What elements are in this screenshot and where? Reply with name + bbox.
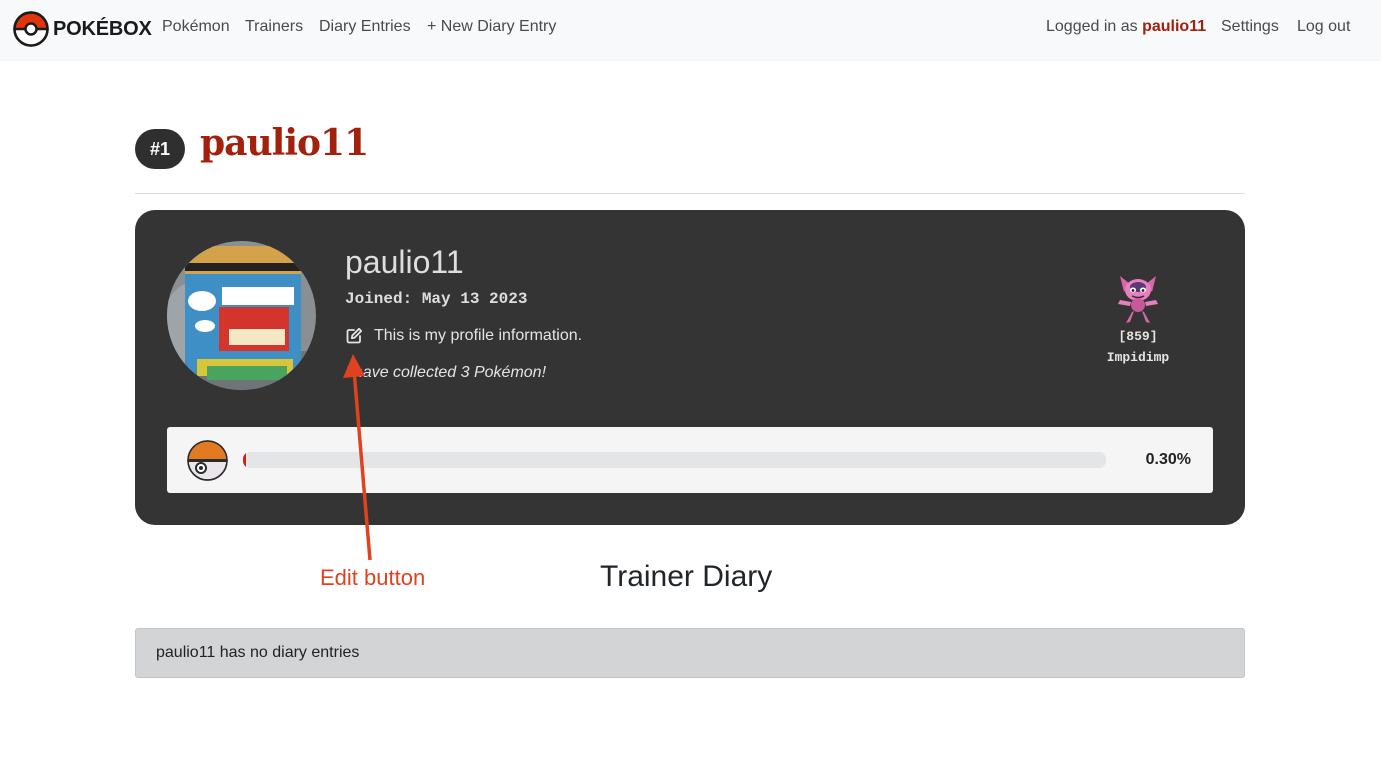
nav-link-pokemon[interactable]: Pokémon [162, 18, 230, 36]
nav-link-settings[interactable]: Settings [1221, 18, 1279, 36]
annotation-arrow [343, 354, 372, 561]
nav-link-trainers[interactable]: Trainers [245, 18, 303, 36]
bio-text: This is my profile information. [374, 327, 583, 344]
navbar: POKÉBOX Pokémon Trainers Diary Entries +… [0, 0, 1381, 61]
brand-name: POKÉBOX [53, 17, 152, 40]
profile-card: paulio11 Joined: May 13 2023 This is my … [135, 210, 1245, 525]
collection-progress-percent: 0.30% [1145, 451, 1191, 468]
nav-link-diary-entries[interactable]: Diary Entries [319, 18, 411, 36]
header-divider [135, 193, 1245, 194]
nav-link-logout[interactable]: Log out [1297, 18, 1350, 36]
nav-link-new-diary-entry[interactable]: + New Diary Entry [427, 18, 556, 36]
logged-in-username-link[interactable]: paulio11 [1142, 18, 1206, 35]
logged-in-prefix: Logged in as [1046, 18, 1138, 35]
avatar-image [167, 241, 316, 390]
favorite-pokemon-name: Impidimp [1106, 350, 1170, 365]
annotation-label: Edit button [320, 565, 426, 590]
profile-name: paulio11 [345, 244, 464, 280]
rank-badge: #1 [135, 129, 185, 169]
collection-progress-panel: 0.30% [167, 427, 1213, 493]
diary-empty-message: paulio11 has no diary entries [135, 628, 1245, 678]
favorite-pokemon-number: [859] [1118, 329, 1158, 344]
favorite-pokemon[interactable]: [859] Impidimp [1093, 270, 1183, 368]
pokeball-progress-icon [187, 440, 228, 481]
brand-link[interactable]: POKÉBOX [13, 11, 152, 47]
impidimp-sprite-icon [1118, 276, 1158, 323]
joined-date: Joined: May 13 2023 [345, 290, 528, 308]
collection-progress-fill [243, 452, 246, 468]
page-title: paulio11 [200, 122, 369, 164]
diary-heading: Trainer Diary [600, 560, 773, 593]
pokeball-logo-icon [13, 11, 49, 47]
avatar [167, 241, 316, 390]
logged-in-status: Logged in as paulio11 [1046, 18, 1206, 36]
